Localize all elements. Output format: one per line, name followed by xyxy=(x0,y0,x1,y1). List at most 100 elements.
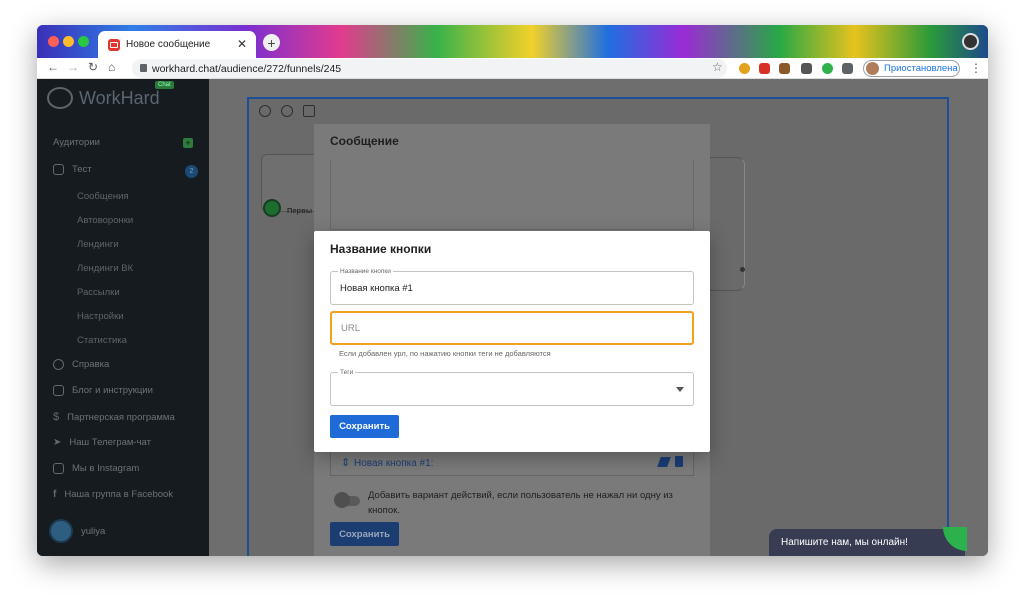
chat-widget-text: Напишите нам, мы онлайн! xyxy=(781,537,908,548)
instagram-icon xyxy=(53,463,64,474)
sidebar-item-audiences[interactable]: Аудитории xyxy=(53,137,100,148)
folder-icon xyxy=(53,164,64,175)
extension-icon[interactable] xyxy=(779,63,790,74)
save-button[interactable]: Сохранить xyxy=(330,415,399,438)
button-name-value: Новая кнопка #1 xyxy=(340,283,413,294)
user-name: yuliya xyxy=(81,525,106,537)
button-row[interactable]: ⇕ Новая кнопка #1: xyxy=(330,449,694,476)
zoom-in-icon[interactable] xyxy=(259,105,271,117)
book-icon xyxy=(53,385,64,396)
url-field[interactable] xyxy=(330,311,694,345)
lock-icon xyxy=(140,64,147,72)
sidebar-item-label: Справка xyxy=(72,359,110,370)
tab-close-icon[interactable]: ✕ xyxy=(237,37,247,51)
browser-window: Новое сообщение ✕ + ← → ↻ ⌂ workhard.cha… xyxy=(37,25,988,556)
sidebar-item-label: Наша группа в Facebook xyxy=(64,489,174,500)
user-profile[interactable]: yuliya xyxy=(49,519,105,543)
pencil-icon[interactable] xyxy=(657,457,671,467)
sidebar-item-landings-vk[interactable]: Лендинги ВК xyxy=(77,263,133,274)
browser-tab[interactable]: Новое сообщение ✕ xyxy=(98,31,256,58)
extension-icon[interactable] xyxy=(759,63,770,74)
tags-select[interactable]: Теги xyxy=(330,368,694,406)
help-icon xyxy=(53,359,64,370)
sidebar-item-partner[interactable]: $ Партнерская программа xyxy=(53,411,175,423)
url-input-field[interactable] xyxy=(341,323,681,334)
sort-icon[interactable]: ⇕ xyxy=(341,456,350,469)
node-label: Первы xyxy=(287,206,313,215)
profile-status-label: Приостановлена xyxy=(884,63,958,74)
button-name-field[interactable]: Название кнопки Новая кнопка #1 xyxy=(330,267,694,305)
sidebar: WorkHard Chat Аудитории + Тест 2 Сообщен… xyxy=(37,79,209,556)
extension-icon[interactable] xyxy=(822,63,833,74)
logo[interactable]: WorkHard xyxy=(47,87,160,109)
sidebar-item-label: Блог и инструкции xyxy=(72,385,153,396)
home-icon[interactable]: ⌂ xyxy=(108,60,115,74)
sidebar-item-label: Наш Телеграм-чат xyxy=(69,437,151,448)
puzzle-icon[interactable] xyxy=(842,63,853,74)
sidebar-item-statistics[interactable]: Статистика xyxy=(77,335,127,346)
chat-widget[interactable]: Напишите нам, мы онлайн! xyxy=(769,529,965,556)
url-input[interactable]: workhard.chat/audience/272/funnels/245 xyxy=(132,59,727,78)
profile-status-button[interactable]: Приостановлена xyxy=(863,60,960,77)
minimize-window-button[interactable] xyxy=(63,36,74,47)
logo-text: WorkHard xyxy=(79,87,160,108)
dollar-icon: $ xyxy=(53,411,60,423)
toggle-knob xyxy=(334,492,350,508)
zoom-out-icon[interactable] xyxy=(281,105,293,117)
sidebar-item-funnels[interactable]: Автоворонки xyxy=(77,215,133,226)
page: WorkHard Chat Аудитории + Тест 2 Сообщен… xyxy=(37,79,988,556)
sidebar-item-instagram[interactable]: Мы в Instagram xyxy=(53,463,139,474)
fit-icon[interactable] xyxy=(303,105,315,117)
add-audience-icon[interactable]: + xyxy=(183,138,193,148)
browser-profile-icon[interactable] xyxy=(962,33,979,50)
toggle-label: Добавить вариант действий, если пользова… xyxy=(368,490,673,516)
sidebar-item-help[interactable]: Справка xyxy=(53,359,109,370)
maximize-window-button[interactable] xyxy=(78,36,89,47)
message-editor[interactable] xyxy=(330,160,694,230)
address-bar: ← → ↻ ⌂ workhard.chat/audience/272/funne… xyxy=(37,58,988,79)
avatar xyxy=(49,519,73,543)
sidebar-item-project[interactable]: Тест xyxy=(53,164,92,175)
url-text: workhard.chat/audience/272/funnels/245 xyxy=(152,62,342,75)
new-tab-button[interactable]: + xyxy=(263,34,280,51)
extension-icon[interactable] xyxy=(801,63,812,74)
button-name-dialog: Название кнопки Название кнопки Новая кн… xyxy=(314,231,710,452)
back-icon[interactable]: ← xyxy=(47,60,59,74)
browser-menu-icon[interactable]: ⋮ xyxy=(970,61,982,75)
tab-bar: Новое сообщение ✕ + xyxy=(37,25,988,58)
dropdown-arrow-icon[interactable] xyxy=(676,387,684,392)
sidebar-item-label: Аудитории xyxy=(53,137,100,148)
telegram-icon: ➤ xyxy=(53,437,62,448)
profile-avatar xyxy=(866,62,879,75)
node-connector[interactable] xyxy=(740,267,745,272)
sidebar-item-messages[interactable]: Сообщения xyxy=(77,191,129,202)
sidebar-item-facebook[interactable]: f Наша группа в Facebook xyxy=(53,489,173,500)
message-save-button[interactable]: Сохранить xyxy=(330,522,399,546)
dialog-title: Название кнопки xyxy=(330,242,432,256)
start-node-icon xyxy=(263,199,281,217)
url-hint: Если добавлен урл, по нажатию кнопки тег… xyxy=(339,349,551,358)
message-modal-title: Сообщение xyxy=(330,134,399,148)
project-count-badge: 2 xyxy=(185,165,198,178)
sidebar-item-label: Тест xyxy=(72,164,92,175)
sidebar-item-landings[interactable]: Лендинги xyxy=(77,239,119,250)
sidebar-item-blog[interactable]: Блог и инструкции xyxy=(53,385,153,396)
button-row-label: Новая кнопка #1: xyxy=(354,458,434,469)
field-label: Теги xyxy=(338,368,356,377)
logo-badge: Chat xyxy=(155,81,174,89)
tab-title: Новое сообщение xyxy=(126,39,211,50)
sidebar-item-settings[interactable]: Настройки xyxy=(77,311,124,322)
close-window-button[interactable] xyxy=(48,36,59,47)
facebook-icon: f xyxy=(53,489,57,500)
sidebar-item-mailings[interactable]: Рассылки xyxy=(77,287,120,298)
reload-icon[interactable]: ↻ xyxy=(88,60,98,74)
bookmark-star-icon[interactable]: ☆ xyxy=(712,60,723,74)
sidebar-item-label: Партнерская программа xyxy=(67,411,175,423)
forward-icon[interactable]: → xyxy=(67,60,79,74)
funnel-node[interactable] xyxy=(707,157,745,291)
trash-icon[interactable] xyxy=(675,456,683,467)
sidebar-item-label: Мы в Instagram xyxy=(72,463,140,474)
sidebar-item-telegram[interactable]: ➤ Наш Телеграм-чат xyxy=(53,437,151,448)
extension-icon[interactable] xyxy=(739,63,750,74)
chat-logo-icon xyxy=(47,87,73,109)
